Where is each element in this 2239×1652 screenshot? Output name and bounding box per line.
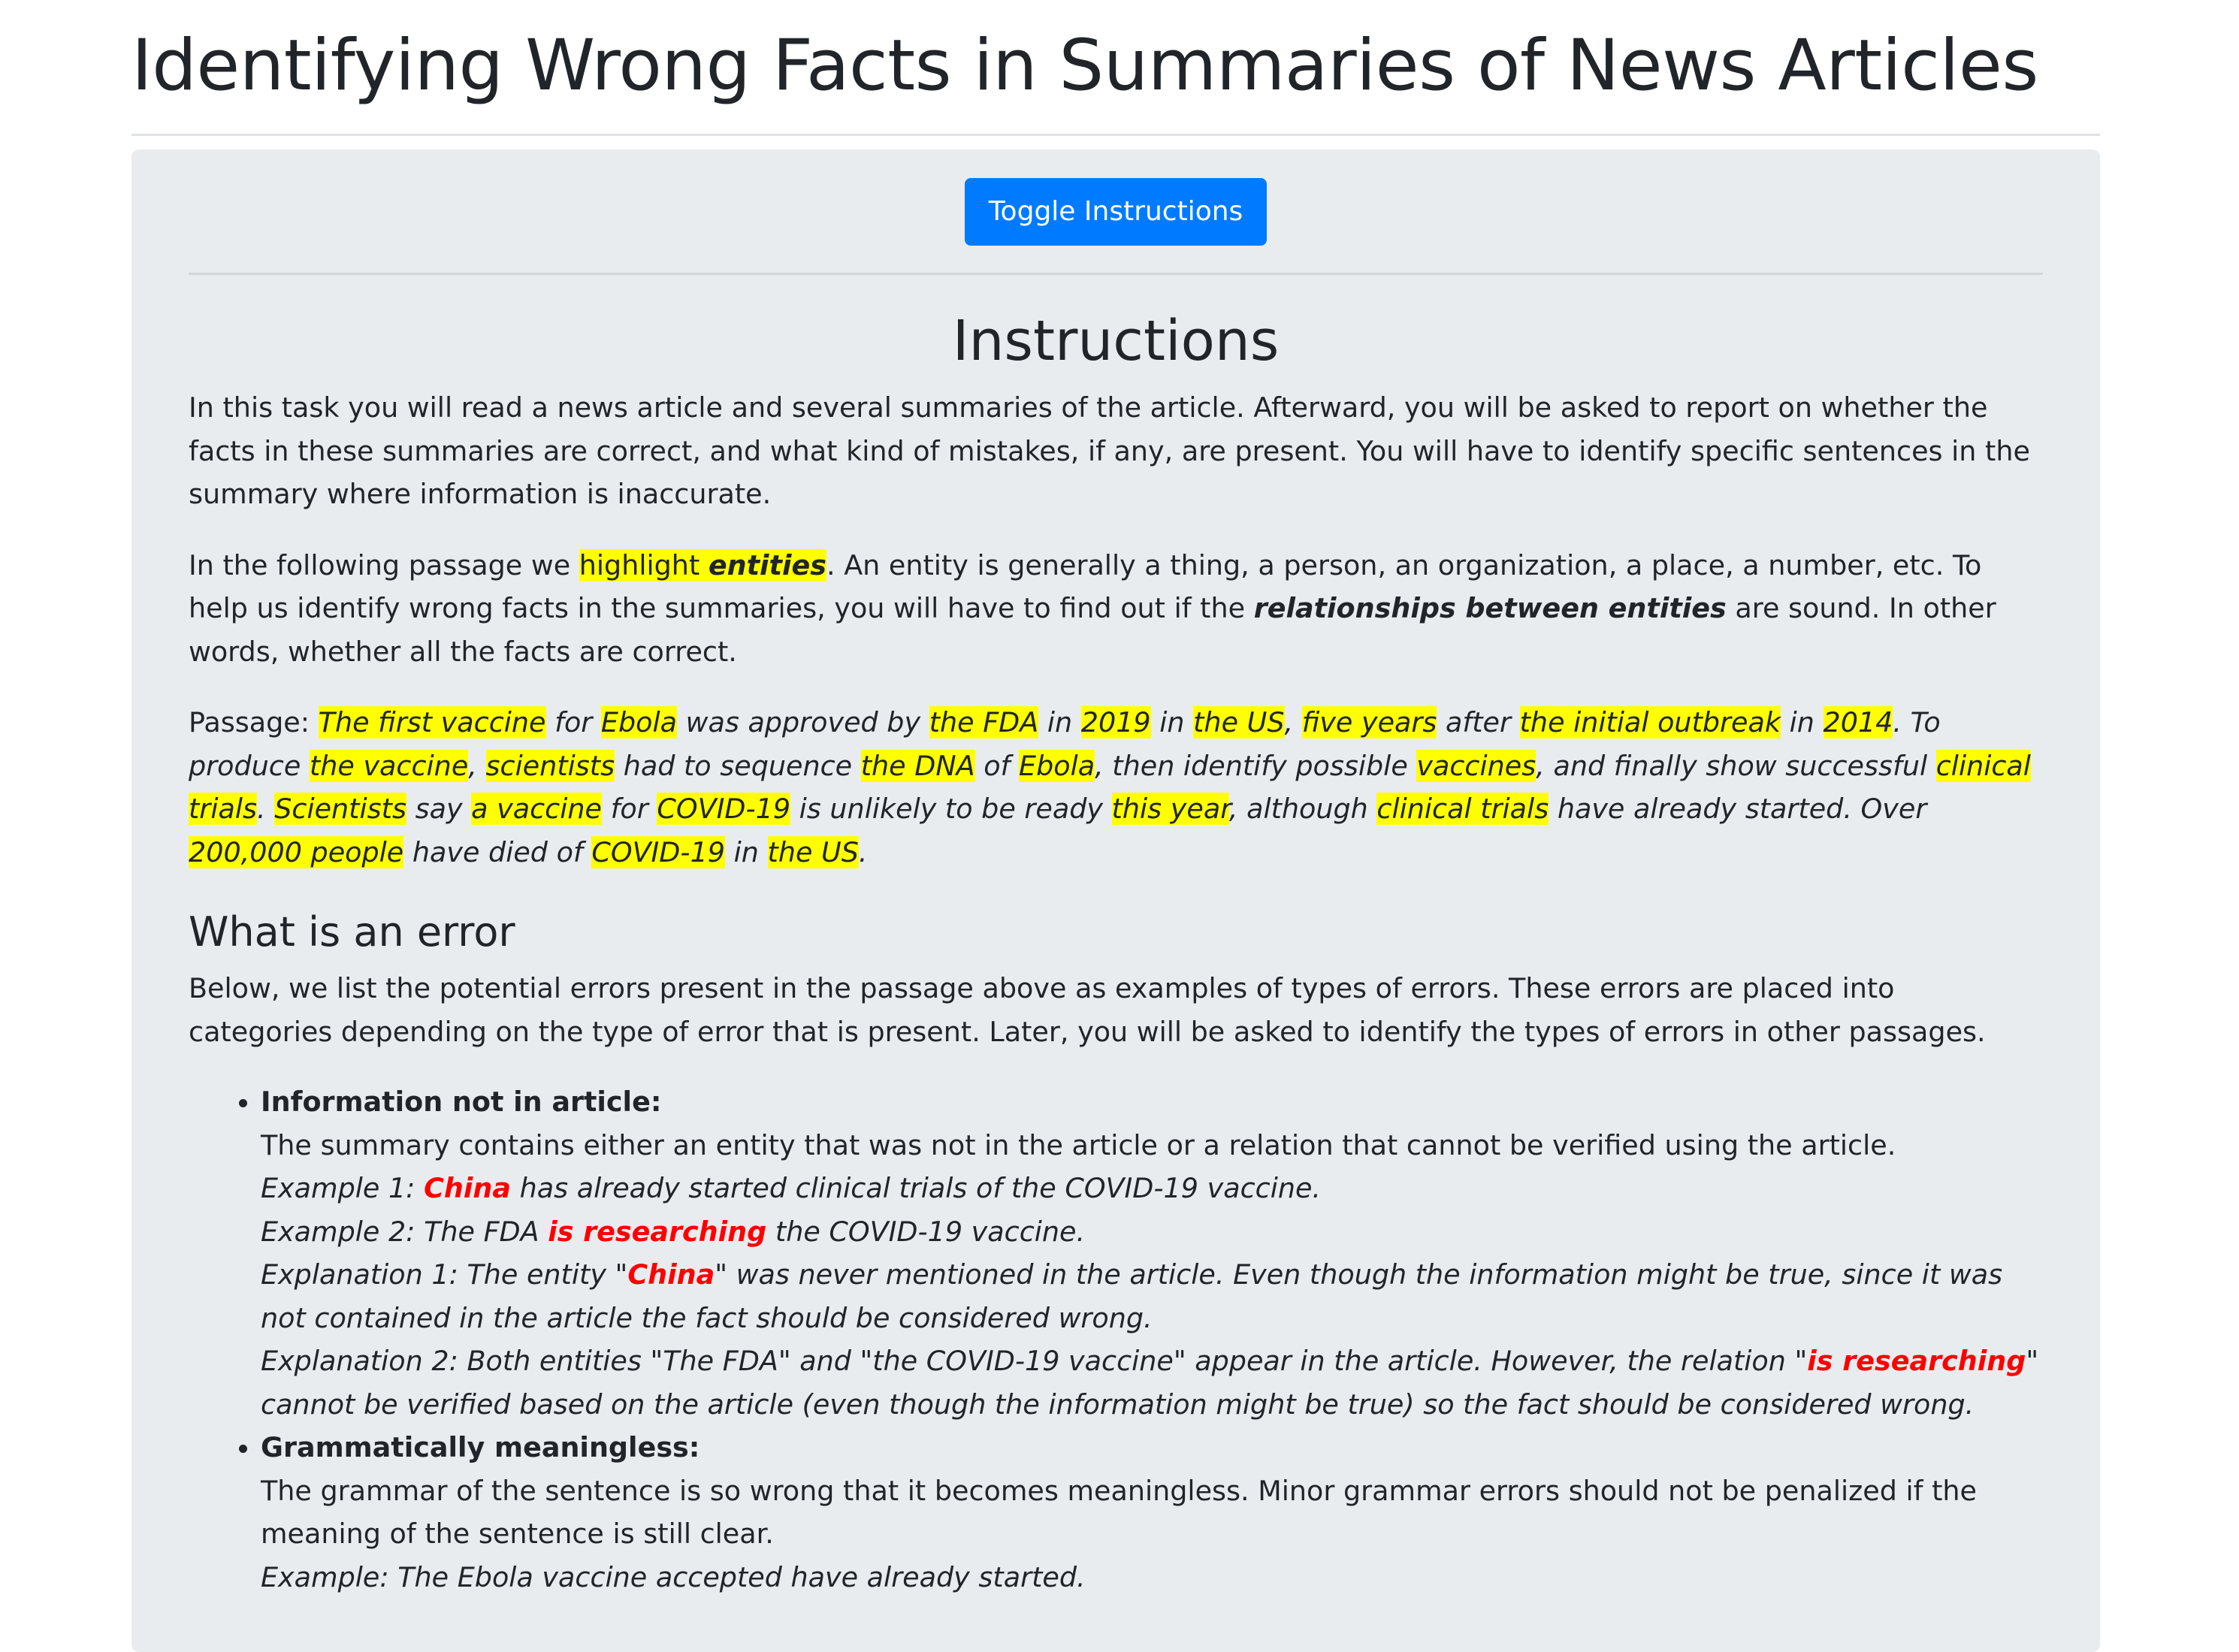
entity-highlight: the FDA — [929, 706, 1039, 738]
entity-highlight: vaccines — [1416, 749, 1536, 782]
title-divider — [131, 134, 2100, 136]
entity-highlight: clinical trials — [1376, 793, 1549, 825]
explanation-text: Explanation 1: The entity " — [261, 1258, 628, 1291]
passage-text: in — [1781, 706, 1824, 738]
error-intro: Below, we list the potential errors pres… — [189, 972, 1986, 1048]
entity-highlight: 200,000 people — [189, 835, 404, 868]
entity-highlight: five years — [1301, 706, 1437, 738]
example-passage: Passage: The first vaccine for Ebola was… — [189, 701, 2043, 874]
example-text: Example 2: The FDA — [261, 1215, 548, 1248]
example: Example: The Ebola vaccine accepted have… — [261, 1560, 1086, 1593]
passage-text: , then identify possible — [1095, 749, 1417, 782]
explanation-2: Explanation 2: Both entities "The FDA" a… — [261, 1339, 2043, 1426]
toggle-instructions-button[interactable]: Toggle Instructions — [964, 178, 1268, 246]
entity-highlight: COVID-19 — [591, 835, 726, 868]
passage-text: for — [545, 706, 601, 738]
passage-label: Passage: — [189, 706, 319, 738]
passage-text: . — [256, 793, 275, 825]
entity-highlight: this year — [1111, 793, 1229, 825]
passage-text: was approved by — [677, 706, 929, 738]
error-description: The summary contains either an entity th… — [261, 1128, 1896, 1161]
passage-text: had to sequence — [615, 749, 861, 782]
entity-highlight: The first vaccine — [318, 706, 546, 738]
page-title: Identifying Wrong Facts in Summaries of … — [131, 25, 2038, 107]
example-2: Example 2: The FDA is researching the CO… — [261, 1210, 2043, 1254]
entity-highlight: 2014 — [1823, 706, 1893, 738]
passage-text: have already started. Over — [1549, 793, 1927, 825]
entity-highlight: Scientists — [274, 793, 406, 825]
passage-text: . — [858, 835, 868, 868]
entity-highlight: the US — [767, 835, 859, 868]
example-1: Example 1: China has already started cli… — [261, 1167, 2043, 1210]
passage-text: say — [406, 793, 472, 825]
passage-text: , and finally show successful — [1536, 749, 1936, 782]
error-highlight: China — [627, 1258, 715, 1291]
entity-highlight: Ebola — [1019, 749, 1095, 782]
entities-paragraph: In the following passage we highlight en… — [189, 544, 2043, 674]
entity-highlight: the US — [1193, 706, 1285, 738]
instructions-intro: In this task you will read a news articl… — [189, 391, 2030, 510]
error-highlight: China — [424, 1172, 511, 1204]
passage-text: after — [1437, 706, 1520, 738]
example-text: the COVID-19 vaccine. — [766, 1215, 1086, 1248]
page-container: Identifying Wrong Facts in Summaries of … — [131, 0, 2100, 1652]
passage-text: for — [601, 793, 657, 825]
highlight-example: highlight entities — [579, 548, 826, 581]
button-row: Toggle Instructions — [189, 178, 2043, 246]
entity-highlight: the vaccine — [309, 749, 469, 782]
entity-highlight: a vaccine — [471, 793, 602, 825]
relationships-phrase: relationships between entities — [1253, 592, 1727, 624]
entity-highlight: the initial outbreak — [1519, 706, 1781, 738]
explanation-1: Explanation 1: The entity "China" was ne… — [261, 1253, 2043, 1339]
passage-text: is unlikely to be ready — [790, 793, 1112, 825]
passage-text: , — [468, 749, 486, 782]
explanation-text: Explanation 2: Both entities "The FDA" a… — [261, 1345, 1808, 1377]
error-list: Information not in article: The summary … — [189, 1080, 2043, 1599]
entity-highlight: 2019 — [1080, 706, 1151, 738]
passage-text: have died of — [403, 835, 592, 868]
passage-body: The first vaccine for Ebola was approved… — [189, 706, 2031, 868]
entity-highlight: the DNA — [860, 749, 975, 782]
error-description: The grammar of the sentence is so wrong … — [261, 1474, 1977, 1551]
example-text: Example 1: — [261, 1172, 425, 1204]
highlight-word: highlight — [579, 548, 709, 581]
passage-text: in — [1150, 706, 1194, 738]
error-heading: What is an error — [189, 908, 515, 956]
entity-highlight: scientists — [485, 749, 615, 782]
passage-text: , although — [1228, 793, 1377, 825]
passage-text: in — [725, 835, 768, 868]
passage-text: of — [974, 749, 1020, 782]
entities-word: entities — [708, 548, 826, 581]
error-highlight: is researching — [548, 1215, 767, 1248]
instructions-panel: Toggle Instructions Instructions In this… — [131, 149, 2100, 1652]
error-title: Information not in article: — [261, 1086, 662, 1118]
panel-divider — [189, 273, 2043, 275]
passage-text: in — [1038, 706, 1081, 738]
error-item-grammatically-meaningless: Grammatically meaningless: The grammar o… — [261, 1426, 2043, 1599]
text-span: In the following passage we — [189, 548, 579, 581]
example-text: has already started clinical trials of t… — [510, 1172, 1322, 1204]
entity-highlight: COVID-19 — [657, 793, 791, 825]
entity-highlight: Ebola — [600, 706, 677, 738]
error-title: Grammatically meaningless: — [261, 1431, 700, 1463]
passage-text: , — [1284, 706, 1302, 738]
error-highlight: is researching — [1807, 1345, 2026, 1377]
instructions-heading: Instructions — [952, 309, 1280, 373]
error-item-info-not-in-article: Information not in article: The summary … — [261, 1080, 2043, 1426]
